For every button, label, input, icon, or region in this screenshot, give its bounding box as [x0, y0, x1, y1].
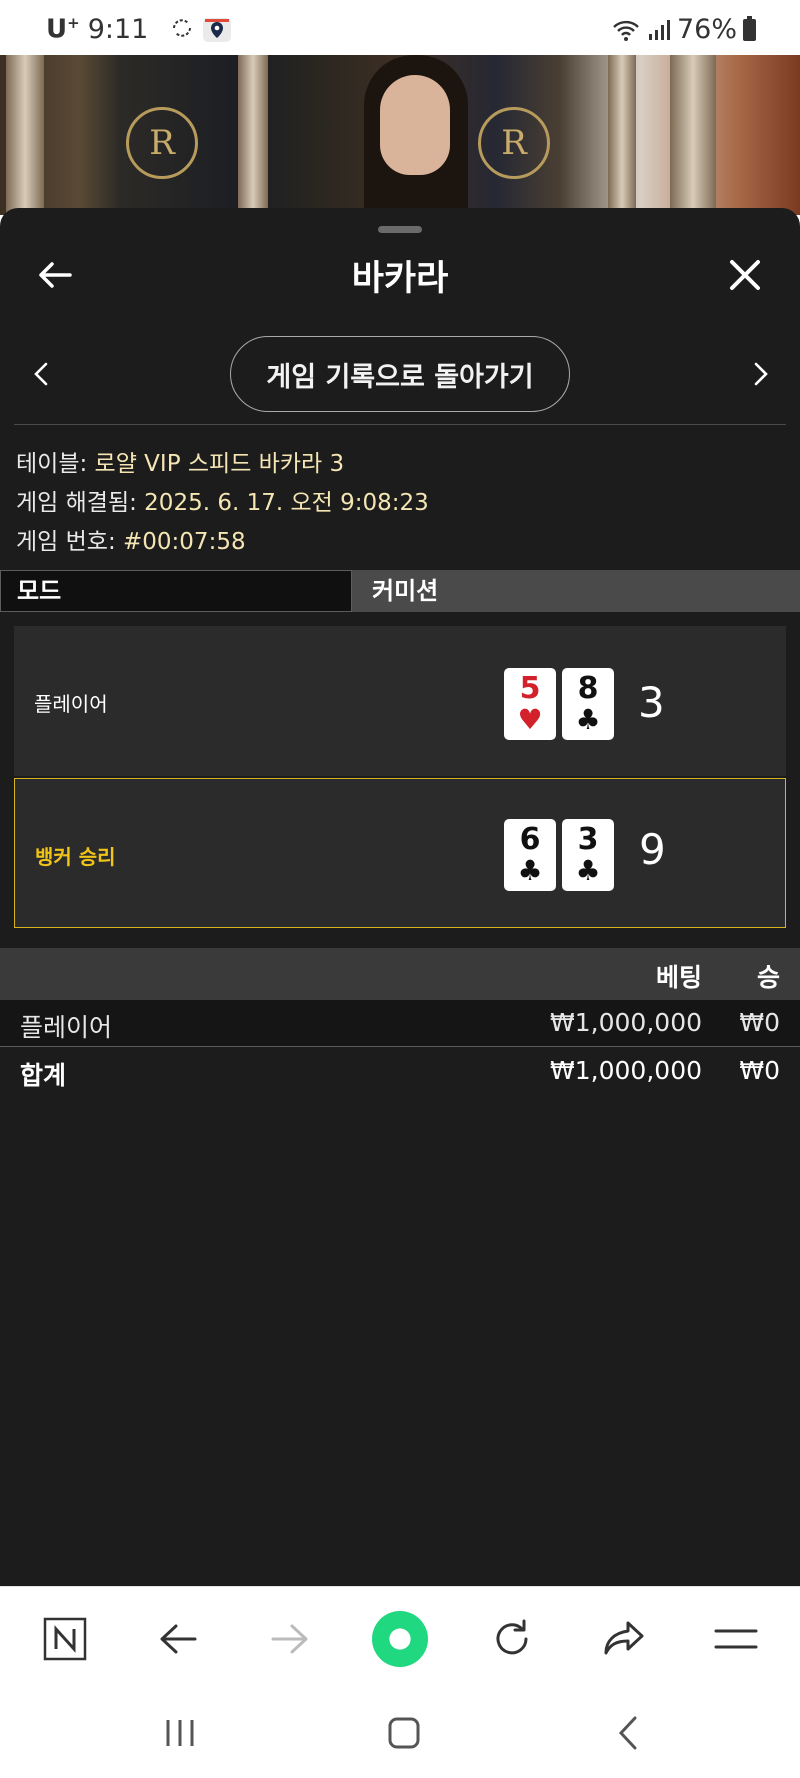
pillar-decor [238, 55, 268, 215]
table-row: 플레이어 ₩1,000,000 ₩0 [0, 1000, 800, 1046]
bet-column-header: 베팅 [655, 963, 702, 992]
player-hand-label: 플레이어 [34, 692, 108, 716]
arrow-left-icon [160, 1624, 197, 1654]
status-right: 76% [611, 14, 756, 45]
heart-suit-icon: ♥ [517, 703, 543, 736]
bets-table-header: 베팅 승 [0, 948, 800, 1000]
casino-crest-logo: R [478, 107, 550, 179]
browser-back-button[interactable] [150, 1611, 206, 1667]
battery-icon [743, 15, 756, 41]
notification-icons [170, 16, 232, 44]
total-label: 합계 [20, 1061, 67, 1090]
playing-card: 6 ♣ [504, 819, 556, 891]
arrow-right-icon [271, 1624, 308, 1654]
bet-amount: ₩1,000,000 [550, 1008, 702, 1037]
green-dot-icon [372, 1611, 428, 1667]
browser-toolbar [0, 1586, 800, 1687]
refresh-button[interactable] [484, 1611, 540, 1667]
club-suit-icon: ♣ [575, 854, 601, 887]
table-info: 테이블: 로얄 VIP 스피드 바카라 3 [16, 444, 344, 478]
mode-bar: 모드 커미션 [0, 570, 800, 612]
club-suit-icon: ♣ [517, 854, 543, 887]
chevron-left-icon [618, 1716, 637, 1750]
clock: 9:11 [87, 14, 149, 45]
recent-apps-icon [166, 1720, 194, 1746]
table-value: 로얄 VIP 스피드 바카라 3 [94, 451, 345, 477]
carrier-label: U+ [46, 14, 80, 45]
system-navigation-bar [0, 1686, 800, 1778]
divider [14, 424, 786, 425]
map-pin-icon [203, 17, 232, 42]
resolved-value: 2025. 6. 17. 오전 9:08:23 [144, 490, 429, 516]
game-number-info: 게임 번호: #00:07:58 [16, 522, 246, 556]
status-left: U+ 9:11 [46, 14, 232, 45]
home-button[interactable] [374, 1708, 434, 1758]
banker-hand: 뱅커 승리 6 ♣ 3 ♣ 9 [14, 778, 786, 928]
share-icon [604, 1621, 644, 1655]
system-back-button[interactable] [598, 1708, 658, 1758]
next-game-button[interactable] [746, 354, 776, 394]
status-bar: U+ 9:11 76% [0, 0, 800, 55]
signal-icon [648, 19, 670, 40]
prev-game-button[interactable] [26, 354, 56, 394]
chevron-left-icon [34, 362, 48, 386]
banker-hand-label: 뱅커 승리 [35, 845, 116, 869]
resolved-info: 게임 해결됨: 2025. 6. 17. 오전 9:08:23 [16, 483, 429, 517]
pillar-decor [608, 55, 636, 215]
menu-button[interactable] [708, 1611, 764, 1667]
drag-handle[interactable] [378, 226, 422, 233]
playing-card: 8 ♣ [562, 668, 614, 740]
hamburger-icon [714, 1629, 758, 1649]
playing-card: 5 ♥ [504, 668, 556, 740]
total-row: 합계 ₩1,000,000 ₩0 [0, 1048, 800, 1094]
game-detail-sheet: 바카라 게임 기록으로 돌아가기 테이블: 로얄 VIP 스피드 바카라 3 게… [0, 208, 800, 1586]
banker-score: 9 [639, 825, 666, 874]
total-bet-amount: ₩1,000,000 [550, 1056, 702, 1085]
live-video-feed: R R [0, 55, 800, 215]
resolved-label: 게임 해결됨: [16, 490, 145, 516]
divider [0, 1046, 800, 1047]
home-icon [388, 1717, 420, 1749]
mode-label: 모드 [0, 570, 352, 612]
sync-icon [173, 18, 192, 37]
playing-card: 3 ♣ [562, 819, 614, 891]
table-label: 테이블: [16, 451, 95, 477]
browser-home-button[interactable] [372, 1611, 428, 1667]
share-button[interactable] [596, 1611, 652, 1667]
casino-crest-logo: R [126, 107, 198, 179]
game-number-label: 게임 번호: [16, 529, 124, 555]
recent-apps-button[interactable] [150, 1708, 210, 1758]
bet-type: 플레이어 [20, 1013, 113, 1042]
dealer-face [380, 75, 450, 175]
browser-forward-button[interactable] [262, 1611, 318, 1667]
total-win-amount: ₩0 [739, 1056, 780, 1085]
player-hand: 플레이어 5 ♥ 8 ♣ 3 [14, 626, 786, 776]
player-score: 3 [638, 678, 665, 727]
wifi-icon [613, 20, 639, 41]
win-amount: ₩0 [739, 1008, 780, 1037]
game-number-value: #00:07:58 [123, 529, 246, 555]
club-suit-icon: ♣ [575, 703, 601, 736]
close-icon [730, 260, 760, 290]
page-title: 바카라 [351, 259, 449, 299]
refresh-icon [496, 1619, 528, 1655]
win-column-header: 승 [756, 963, 780, 992]
chevron-right-icon [754, 362, 768, 386]
pillar-decor [670, 55, 716, 215]
back-to-history-button[interactable]: 게임 기록으로 돌아가기 [230, 336, 570, 412]
naver-home-button[interactable] [37, 1611, 93, 1667]
commission-label: 커미션 [372, 577, 439, 605]
pillar-decor [6, 55, 44, 215]
naver-n-icon [43, 1617, 87, 1661]
battery-percent: 76% [676, 14, 737, 45]
header-close-button[interactable] [720, 250, 770, 300]
